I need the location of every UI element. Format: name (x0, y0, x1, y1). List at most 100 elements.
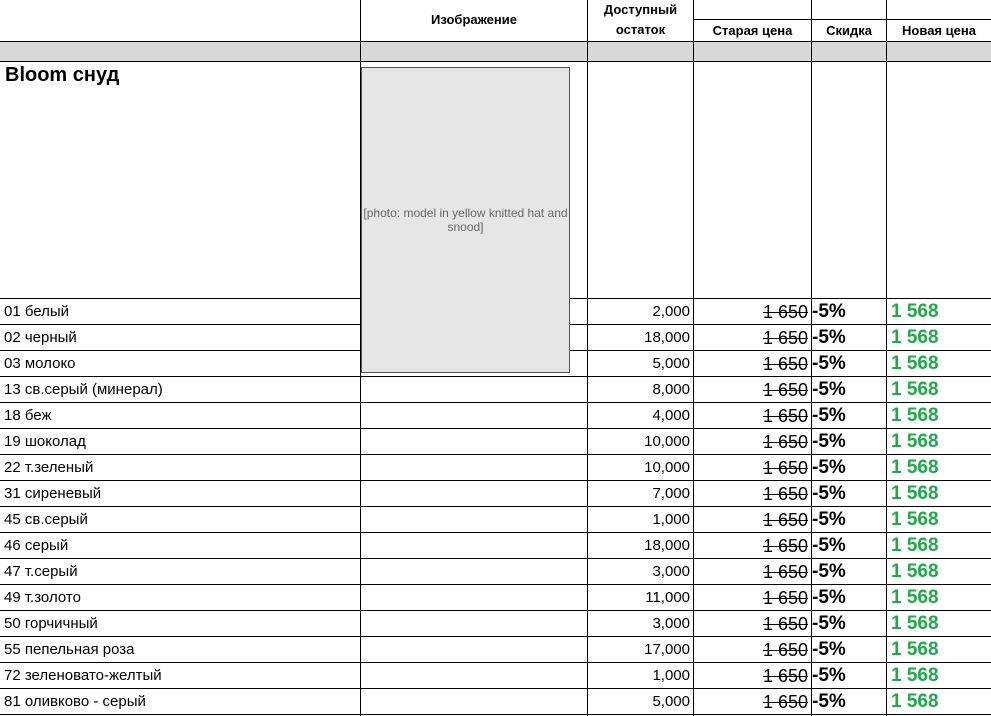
table-row: 22 т.зеленый 10,000 1 650 -5% 1 568 (0, 455, 991, 481)
stock-value: 7,000 (652, 485, 690, 502)
table-row: 72 зеленовато-желтый 1,000 1 650 -5% 1 568 (0, 663, 991, 689)
table-row: 45 св.серый 1,000 1 650 -5% 1 568 (0, 507, 991, 533)
discount-value: -5% (812, 405, 846, 426)
grid-hline (0, 454, 991, 455)
header-stock-line1: Доступный (603, 2, 678, 17)
discount-value: -5% (812, 379, 846, 400)
discount-value: -5% (812, 665, 846, 686)
discount-value: -5% (812, 301, 846, 322)
product-photo: [photo: model in yellow knitted hat and … (361, 67, 570, 373)
stock-value: 18,000 (644, 537, 690, 554)
discount-value: -5% (812, 691, 846, 712)
new-price: 1 568 (891, 483, 939, 504)
grid-vline (811, 0, 812, 716)
header-discount: Скидка (826, 23, 872, 38)
table-row: 81 оливково - серый 5,000 1 650 -5% 1 568 (0, 689, 991, 715)
grid-hline (0, 376, 991, 377)
new-price: 1 568 (891, 301, 939, 322)
new-price: 1 568 (891, 587, 939, 608)
grid-hline (0, 428, 991, 429)
new-price: 1 568 (891, 613, 939, 634)
old-price: 1 650 (762, 536, 808, 556)
grid-vline (693, 0, 694, 716)
discount-value: -5% (812, 483, 846, 504)
variant-name: 22 т.зеленый (4, 459, 94, 476)
grid-hline (0, 532, 991, 533)
grid-hline (0, 480, 991, 481)
old-price: 1 650 (762, 328, 808, 348)
old-price: 1 650 (762, 406, 808, 426)
old-price: 1 650 (762, 666, 808, 686)
variant-name: 45 св.серый (4, 511, 88, 528)
stock-value: 8,000 (652, 381, 690, 398)
old-price: 1 650 (762, 432, 808, 452)
variant-name: 81 оливково - серый (4, 693, 146, 710)
old-price: 1 650 (762, 302, 808, 322)
table-row: 46 серый 18,000 1 650 -5% 1 568 (0, 533, 991, 559)
discount-value: -5% (812, 535, 846, 556)
stock-value: 2,000 (652, 303, 690, 320)
old-price: 1 650 (762, 510, 808, 530)
new-price: 1 568 (891, 431, 939, 452)
discount-value: -5% (812, 353, 846, 374)
new-price: 1 568 (891, 405, 939, 426)
price-sheet: Изображение Доступный остаток Старая цен… (0, 0, 991, 716)
grid-hline (0, 506, 991, 507)
variant-name: 46 серый (4, 537, 69, 554)
variant-name: 31 сиреневый (4, 485, 102, 502)
discount-value: -5% (812, 613, 846, 634)
stock-value: 10,000 (644, 459, 690, 476)
stock-value: 1,000 (652, 667, 690, 684)
variant-name: 02 черный (4, 329, 77, 346)
old-price: 1 650 (762, 614, 808, 634)
old-price: 1 650 (762, 458, 808, 478)
grid-hline (693, 19, 991, 20)
discount-value: -5% (812, 457, 846, 478)
old-price: 1 650 (762, 380, 808, 400)
new-price: 1 568 (891, 639, 939, 660)
discount-value: -5% (812, 587, 846, 608)
grid-hline (0, 402, 991, 403)
header-stock-line2: остаток (615, 22, 666, 37)
product-photo-placeholder: [photo: model in yellow knitted hat and … (363, 206, 568, 234)
old-price: 1 650 (762, 484, 808, 504)
variant-name: 03 молоко (4, 355, 76, 372)
discount-value: -5% (812, 509, 846, 530)
header-separator-band (0, 42, 991, 61)
header-old-price: Старая цена (712, 23, 793, 38)
grid-hline (0, 584, 991, 585)
discount-value: -5% (812, 327, 846, 348)
product-title: Bloom снуд (5, 64, 120, 86)
new-price: 1 568 (891, 665, 939, 686)
table-row: 55 пепельная роза 17,000 1 650 -5% 1 568 (0, 637, 991, 663)
discount-value: -5% (812, 639, 846, 660)
variant-name: 47 т.серый (4, 563, 78, 580)
table-row: 18 беж 4,000 1 650 -5% 1 568 (0, 403, 991, 429)
table-row: 49 т.золото 11,000 1 650 -5% 1 568 (0, 585, 991, 611)
table-row: 13 св.серый (минерал) 8,000 1 650 -5% 1 568 (0, 377, 991, 403)
variant-name: 50 горчичный (4, 615, 98, 632)
variant-name: 49 т.золото (4, 589, 81, 606)
stock-value: 1,000 (652, 511, 690, 528)
stock-value: 5,000 (652, 693, 690, 710)
variant-name: 72 зеленовато-желтый (4, 667, 162, 684)
old-price: 1 650 (762, 588, 808, 608)
old-price: 1 650 (762, 640, 808, 660)
grid-hline (0, 558, 991, 559)
new-price: 1 568 (891, 509, 939, 530)
stock-value: 5,000 (652, 355, 690, 372)
new-price: 1 568 (891, 379, 939, 400)
new-price: 1 568 (891, 691, 939, 712)
variant-name: 18 беж (4, 407, 52, 424)
old-price: 1 650 (762, 562, 808, 582)
stock-value: 3,000 (652, 615, 690, 632)
stock-value: 4,000 (652, 407, 690, 424)
table-row: 31 сиреневый 7,000 1 650 -5% 1 568 (0, 481, 991, 507)
grid-hline (0, 714, 991, 715)
stock-value: 3,000 (652, 563, 690, 580)
variant-name: 55 пепельная роза (4, 641, 135, 658)
grid-hline (0, 636, 991, 637)
stock-value: 17,000 (644, 641, 690, 658)
stock-value: 10,000 (644, 433, 690, 450)
variant-name: 01 белый (4, 303, 70, 320)
